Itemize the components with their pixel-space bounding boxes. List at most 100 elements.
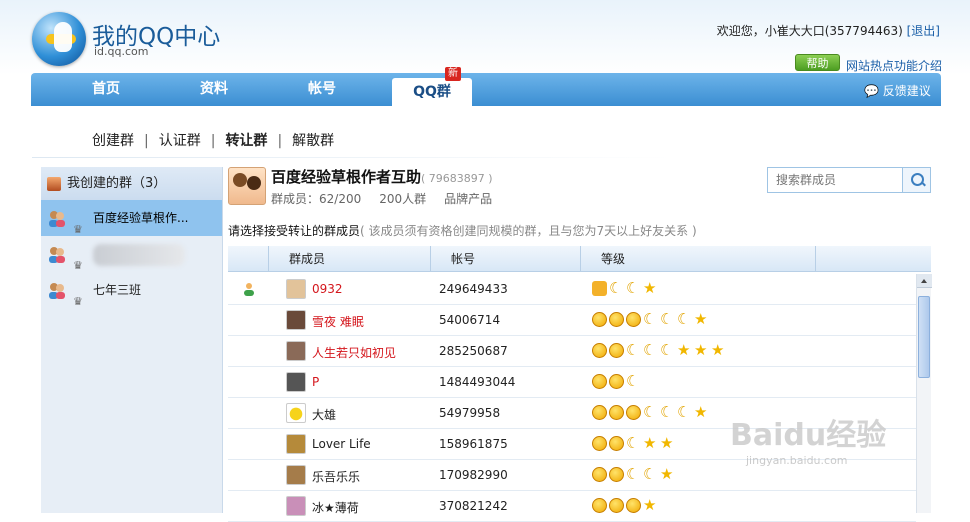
table-row[interactable]: 人生若只如初见 285250687 ☾ ☾ ☾ ★ ★ ★: [228, 336, 916, 367]
member-account: 170982990: [439, 468, 508, 482]
blurred-group-name: [93, 243, 185, 266]
instruction-note: ( 该成员须有资格创建同规模的群，且与您为7天以上好友关系 ): [360, 224, 697, 238]
member-avatar: [286, 310, 306, 330]
sidebar-group-1[interactable]: ♛ 百度经验草根作...: [41, 200, 222, 236]
member-level: ★: [592, 498, 660, 514]
subnav-create[interactable]: 创建群: [92, 133, 134, 149]
scroll-thumb[interactable]: [918, 296, 930, 378]
group-product: 品牌产品: [444, 192, 493, 206]
subnav-dissolve[interactable]: 解散群: [292, 133, 334, 149]
group-avatar: [228, 167, 266, 205]
crown-level-icon: [592, 281, 607, 296]
group-sidebar: 我创建的群（3） ♛ 百度经验草根作... ♛ ♛ 七年三班: [41, 167, 223, 513]
member-account: 1484493044: [439, 375, 516, 389]
sun-level-icon: [609, 405, 624, 420]
col-empty: [815, 246, 916, 272]
group-avatar-icon: [49, 211, 65, 227]
table-row[interactable]: 雪夜 难眠 54006714 ☾ ☾ ☾ ★: [228, 305, 916, 336]
welcome-user: 欢迎您，小崔大大口(357794463): [716, 24, 907, 38]
member-avatar: [286, 465, 306, 485]
subnav-sep: |: [277, 133, 283, 149]
sidebar-group-2[interactable]: ♛: [41, 236, 222, 272]
member-nickname: 冰★薄荷: [312, 501, 359, 515]
search-icon[interactable]: [902, 168, 930, 192]
moon-level-icon: ☾: [643, 310, 657, 328]
member-table: 群成员 帐号 等级 0932 249649433 ☾ ☾ ★ 雪夜 难眠 54006714 ☾…: [228, 246, 932, 522]
member-nickname: 雪夜 难眠: [312, 315, 364, 329]
moon-level-icon: ☾: [626, 341, 640, 359]
baidu-watermark: Baidu经验 jingyan.baidu.com: [730, 410, 886, 467]
member-nickname: 大雄: [312, 408, 337, 422]
vertical-scrollbar[interactable]: [916, 274, 932, 513]
sun-level-icon: [609, 436, 624, 451]
col-account: 帐号: [430, 246, 580, 272]
moon-level-icon: ☾: [660, 310, 674, 328]
table-header: 群成员 帐号 等级: [228, 246, 931, 272]
member-account: 54979958: [439, 406, 501, 420]
sun-level-icon: [592, 343, 607, 358]
sun-level-icon: [626, 312, 641, 327]
sidebar-group-3[interactable]: ♛ 七年三班: [41, 272, 222, 308]
nav-account[interactable]: 帐号: [282, 73, 362, 106]
table-row[interactable]: 冰★薄荷 370821242 ★: [228, 491, 916, 522]
member-avatar: [286, 341, 306, 361]
star-level-icon: ★: [660, 434, 674, 452]
moon-level-icon: ☾: [626, 372, 640, 390]
table-row[interactable]: 0932 249649433 ☾ ☾ ★: [228, 274, 916, 305]
instruction: 请选择接受转让的群成员( 该成员须有资格创建同规模的群，且与您为7天以上好友关系…: [228, 222, 697, 239]
sun-level-icon: [592, 498, 607, 513]
sun-level-icon: [592, 374, 607, 389]
subnav-transfer[interactable]: 转让群: [225, 133, 267, 149]
group-meta: 群成员：62/200 200人群 品牌产品: [271, 190, 510, 207]
nav-home[interactable]: 首页: [66, 73, 146, 106]
moon-level-icon: ☾: [660, 403, 674, 421]
sun-level-icon: [609, 498, 624, 513]
feedback-link[interactable]: 💬 反馈建议: [864, 82, 931, 99]
sun-level-icon: [626, 405, 641, 420]
star-level-icon: ★: [694, 310, 708, 328]
member-level: ☾ ☾ ☾ ★: [592, 312, 711, 328]
table-row[interactable]: P 1484493044 ☾: [228, 367, 916, 398]
sidebar-group-label: 七年三班: [93, 283, 142, 297]
logout-link[interactable]: [退出]: [907, 24, 940, 38]
member-search-input[interactable]: [768, 168, 900, 192]
star-level-icon: ★: [660, 465, 674, 483]
member-avatar: [286, 434, 306, 454]
moon-level-icon: ☾: [677, 310, 691, 328]
selected-user-icon: [244, 283, 254, 296]
feedback-label: 反馈建议: [882, 84, 931, 98]
subnav-verify[interactable]: 认证群: [159, 133, 201, 149]
group-name: 百度经验草根作者互助: [271, 168, 422, 186]
sidebar-group-label: 百度经验草根作...: [93, 211, 189, 225]
moon-level-icon: ☾: [626, 434, 640, 452]
moon-level-icon: ☾: [677, 403, 691, 421]
moon-level-icon: ☾: [609, 279, 623, 297]
member-level: ☾: [592, 374, 643, 390]
hot-feature-link[interactable]: 网站热点功能介绍: [846, 57, 942, 74]
member-level: ☾ ☾ ★: [592, 467, 677, 483]
nav-profile[interactable]: 资料: [174, 73, 254, 106]
group-icon: [47, 177, 61, 191]
sun-level-icon: [626, 498, 641, 513]
group-size: 200人群: [379, 192, 427, 206]
member-account: 249649433: [439, 282, 508, 296]
moon-level-icon: ☾: [643, 465, 657, 483]
help-button[interactable]: 帮助: [795, 54, 840, 71]
col-level: 等级: [580, 246, 815, 272]
group-number: ( 79683897 ): [421, 172, 493, 185]
moon-level-icon: ☾: [643, 341, 657, 359]
member-level: ☾ ☾ ★: [592, 281, 660, 297]
star-level-icon: ★: [694, 403, 708, 421]
main-nav: 首页 资料 帐号 QQ群 💬 反馈建议: [31, 73, 941, 106]
moon-level-icon: ☾: [626, 465, 640, 483]
member-account: 54006714: [439, 313, 501, 327]
member-avatar: [286, 403, 306, 423]
member-avatar: [286, 279, 306, 299]
moon-level-icon: ☾: [660, 341, 674, 359]
qq-logo-icon[interactable]: [32, 12, 86, 66]
subnav-sep: |: [144, 133, 149, 149]
scroll-up-icon[interactable]: [917, 274, 932, 288]
member-avatar: [286, 372, 306, 392]
nav-qq-group[interactable]: QQ群: [392, 78, 472, 106]
group-avatar-icon: [49, 283, 65, 299]
